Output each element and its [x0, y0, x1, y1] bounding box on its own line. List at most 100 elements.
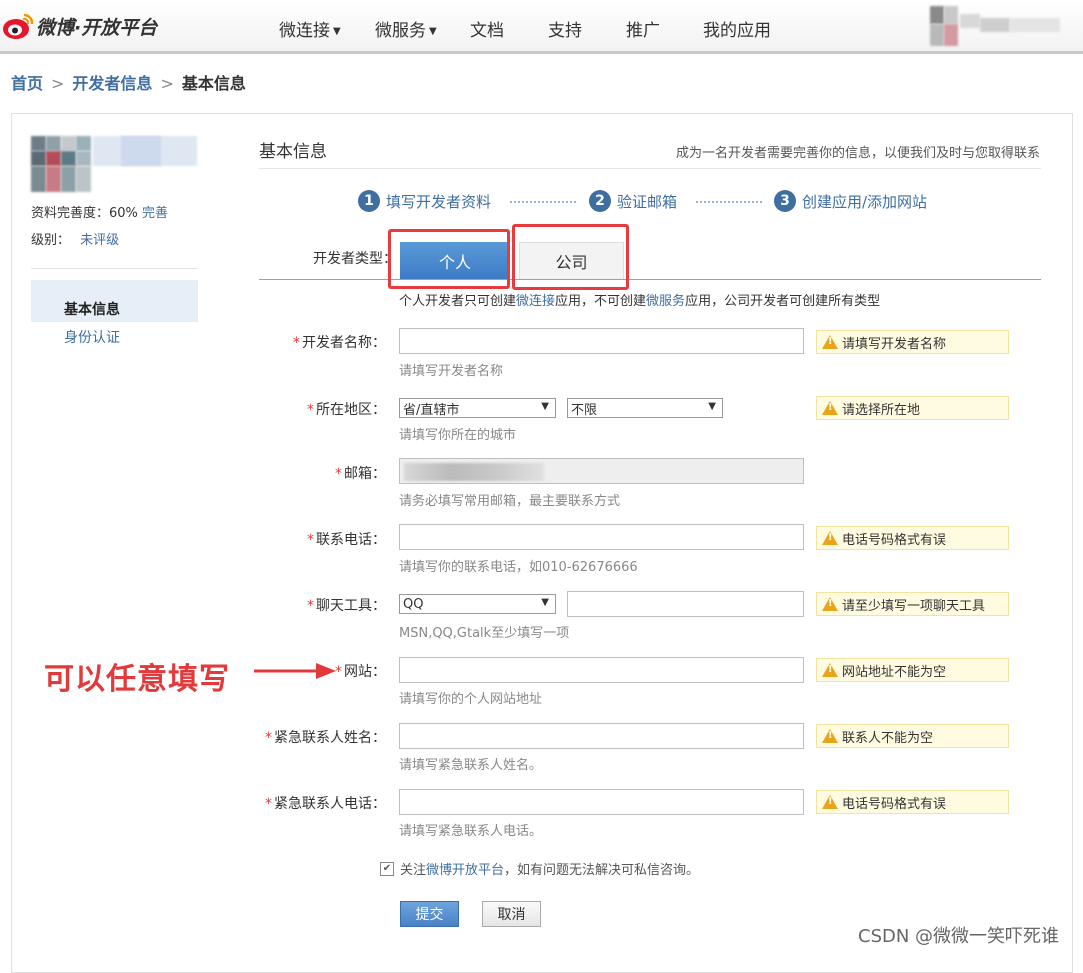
developer-avatar-blurred	[31, 136, 197, 193]
nav-docs[interactable]: 文档	[470, 16, 504, 41]
weibo-open-platform-link[interactable]: 微博开放平台	[426, 859, 504, 878]
follow-text: 关注	[400, 863, 427, 878]
warning-icon	[822, 729, 838, 743]
emergency-phone-label: * 紧急联系人电话：	[265, 796, 386, 812]
nav-micro-service[interactable]: 微服务 ▼	[375, 16, 437, 41]
nav-my-apps[interactable]: 我的应用	[703, 16, 771, 41]
phone-label: * 联系电话：	[307, 532, 386, 548]
micro-connect-link[interactable]: 微连接	[516, 294, 555, 309]
csdn-watermark: CSDN @微微一笑吓死谁	[858, 926, 1060, 947]
breadcrumb-current: 基本信息	[181, 74, 246, 93]
tabs-underline	[259, 279, 1041, 280]
weibo-eye-icon	[2, 11, 34, 41]
step-number-1: 1	[358, 190, 380, 212]
dropdown-arrow-icon: ▼	[708, 401, 716, 412]
email-field-disabled	[399, 458, 804, 484]
warning-text: 网站地址不能为空	[842, 664, 947, 680]
emergency-phone-hint: 请填写紧急联系人电话。	[399, 824, 543, 839]
cancel-button[interactable]: 取消	[482, 901, 541, 927]
step-2: 2 验证邮箱	[589, 190, 677, 212]
label-text: 紧急联系人电话：	[274, 796, 386, 812]
email-hint: 请务必填写常用邮箱，最主要联系方式	[399, 494, 621, 509]
warning-icon	[822, 597, 838, 611]
follow-weibo-open-platform: ✔ 关注 微博开放平台 ，如有问题无法解决可私信咨询。	[380, 859, 699, 878]
note-text: 应用，不可创建	[555, 294, 647, 309]
nav-promotion[interactable]: 推广	[626, 16, 660, 41]
emergency-phone-warning: 电话号码格式有误	[816, 790, 1009, 814]
logo-text: 微博·开放平台	[36, 16, 158, 39]
warning-icon	[822, 335, 838, 349]
warning-text: 电话号码格式有误	[842, 796, 947, 812]
sidebar-item-basic-info[interactable]: 基本信息	[64, 299, 120, 319]
label-text: 所在地区：	[316, 402, 386, 418]
region-warning: 请选择所在地	[816, 396, 1009, 420]
breadcrumb-developer-info[interactable]: 开发者信息	[72, 74, 152, 93]
nav-label: 微连接	[279, 21, 330, 41]
top-navigation-bar: 微博·开放平台 微连接 ▼ 微服务 ▼ 文档 支持 推广 我的应用	[0, 0, 1083, 54]
chat-tool-select[interactable]: QQ ▼	[399, 594, 556, 614]
complete-profile-link[interactable]: 完善	[142, 206, 168, 221]
chat-account-input[interactable]	[567, 591, 804, 617]
completeness-label: 资料完善度：60%	[31, 206, 138, 221]
level-value-link[interactable]: 未评级	[80, 233, 119, 248]
chat-tool-label: * 聊天工具：	[307, 598, 386, 614]
follow-text: ，如有问题无法解决可私信咨询。	[504, 863, 700, 878]
annotation-text: 可以任意填写	[44, 662, 230, 697]
nav-support[interactable]: 支持	[548, 16, 582, 41]
select-value: QQ	[403, 596, 424, 612]
weibo-logo[interactable]: 微博·开放平台	[2, 10, 157, 42]
city-select[interactable]: 不限 ▼	[567, 398, 723, 418]
select-value: 不限	[571, 402, 598, 418]
developer-type-label: 开发者类型：	[313, 251, 397, 267]
note-text: 应用，公司开发者可创建所有类型	[685, 294, 881, 309]
note-text: 个人开发者只可创建	[399, 294, 517, 309]
phone-input[interactable]	[399, 524, 804, 550]
website-hint: 请填写你的个人网站地址	[399, 692, 543, 707]
region-label: * 所在地区：	[307, 402, 386, 418]
region-hint: 请填写你所在的城市	[399, 428, 517, 443]
phone-warning: 电话号码格式有误	[816, 526, 1009, 550]
sidebar-divider	[31, 268, 198, 269]
profile-completeness: 资料完善度：60% 完善	[31, 202, 168, 221]
label-text: 邮箱：	[344, 466, 386, 482]
step-number-3: 3	[774, 190, 796, 212]
step-3: 3 创建应用/添加网站	[774, 190, 927, 212]
step-label-3: 创建应用/添加网站	[802, 192, 928, 211]
developer-type-note: 个人开发者只可创建微连接应用，不可创建微服务应用，公司开发者可创建所有类型	[399, 290, 880, 309]
developer-name-label: * 开发者名称：	[293, 335, 386, 351]
breadcrumb: 首页 > 开发者信息 > 基本信息	[11, 70, 246, 94]
warning-icon	[822, 663, 838, 677]
section-title: 基本信息	[259, 142, 327, 162]
warning-text: 电话号码格式有误	[842, 532, 947, 548]
step-connector	[510, 201, 576, 203]
step-1: 1 填写开发者资料	[358, 190, 491, 212]
step-label-2: 验证邮箱	[617, 192, 678, 211]
follow-checkbox[interactable]: ✔	[380, 861, 394, 876]
chevron-right-icon: >	[51, 74, 65, 93]
sidebar-item-identity-verification[interactable]: 身份认证	[64, 327, 120, 347]
step-label-1: 填写开发者资料	[386, 192, 492, 211]
emergency-name-input[interactable]	[399, 723, 804, 749]
section-tip: 成为一名开发者需要完善你的信息，以便我们及时与您取得联系	[675, 146, 1040, 161]
province-select[interactable]: 省/直辖市 ▼	[399, 398, 556, 418]
step-connector	[696, 201, 762, 203]
chat-tool-warning: 请至少填写一项聊天工具	[816, 592, 1009, 616]
section-divider	[259, 168, 1041, 169]
website-input[interactable]	[399, 657, 804, 683]
developer-level: 级别： 未评级	[31, 229, 119, 248]
breadcrumb-home[interactable]: 首页	[11, 74, 43, 93]
warning-text: 请填写开发者名称	[842, 336, 947, 352]
user-avatar-blurred[interactable]	[930, 6, 1070, 50]
emergency-name-hint: 请填写紧急联系人姓名。	[399, 758, 543, 773]
highlight-box-company	[512, 224, 629, 290]
nav-micro-connect[interactable]: 微连接 ▼	[279, 16, 341, 41]
emergency-phone-input[interactable]	[399, 789, 804, 815]
warning-text: 请选择所在地	[842, 402, 921, 418]
warning-icon	[822, 531, 838, 545]
nav-label: 微服务	[375, 21, 426, 41]
micro-service-link[interactable]: 微服务	[646, 294, 685, 309]
warning-icon	[822, 401, 838, 415]
submit-button[interactable]: 提交	[400, 901, 459, 927]
developer-name-input[interactable]	[399, 328, 804, 354]
website-warning: 网站地址不能为空	[816, 658, 1009, 682]
